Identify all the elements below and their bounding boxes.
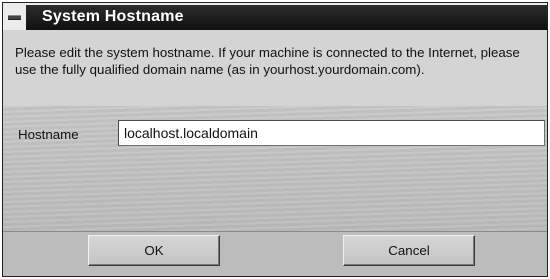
hostname-label: Hostname	[18, 127, 79, 142]
window-menu-icon[interactable]	[8, 15, 21, 20]
system-hostname-dialog: System Hostname Please edit the system h…	[2, 2, 548, 277]
description-panel: Please edit the system hostname. If your…	[3, 30, 547, 106]
description-text: Please edit the system hostname. If your…	[15, 45, 520, 77]
button-bar: OK Cancel	[3, 231, 547, 276]
cancel-button[interactable]: Cancel	[343, 235, 475, 266]
title-bar[interactable]: System Hostname	[3, 3, 547, 30]
ok-button[interactable]: OK	[88, 235, 220, 266]
window-title: System Hostname	[42, 8, 184, 25]
hostname-panel: Hostname	[3, 106, 547, 231]
hostname-input[interactable]	[118, 120, 545, 146]
